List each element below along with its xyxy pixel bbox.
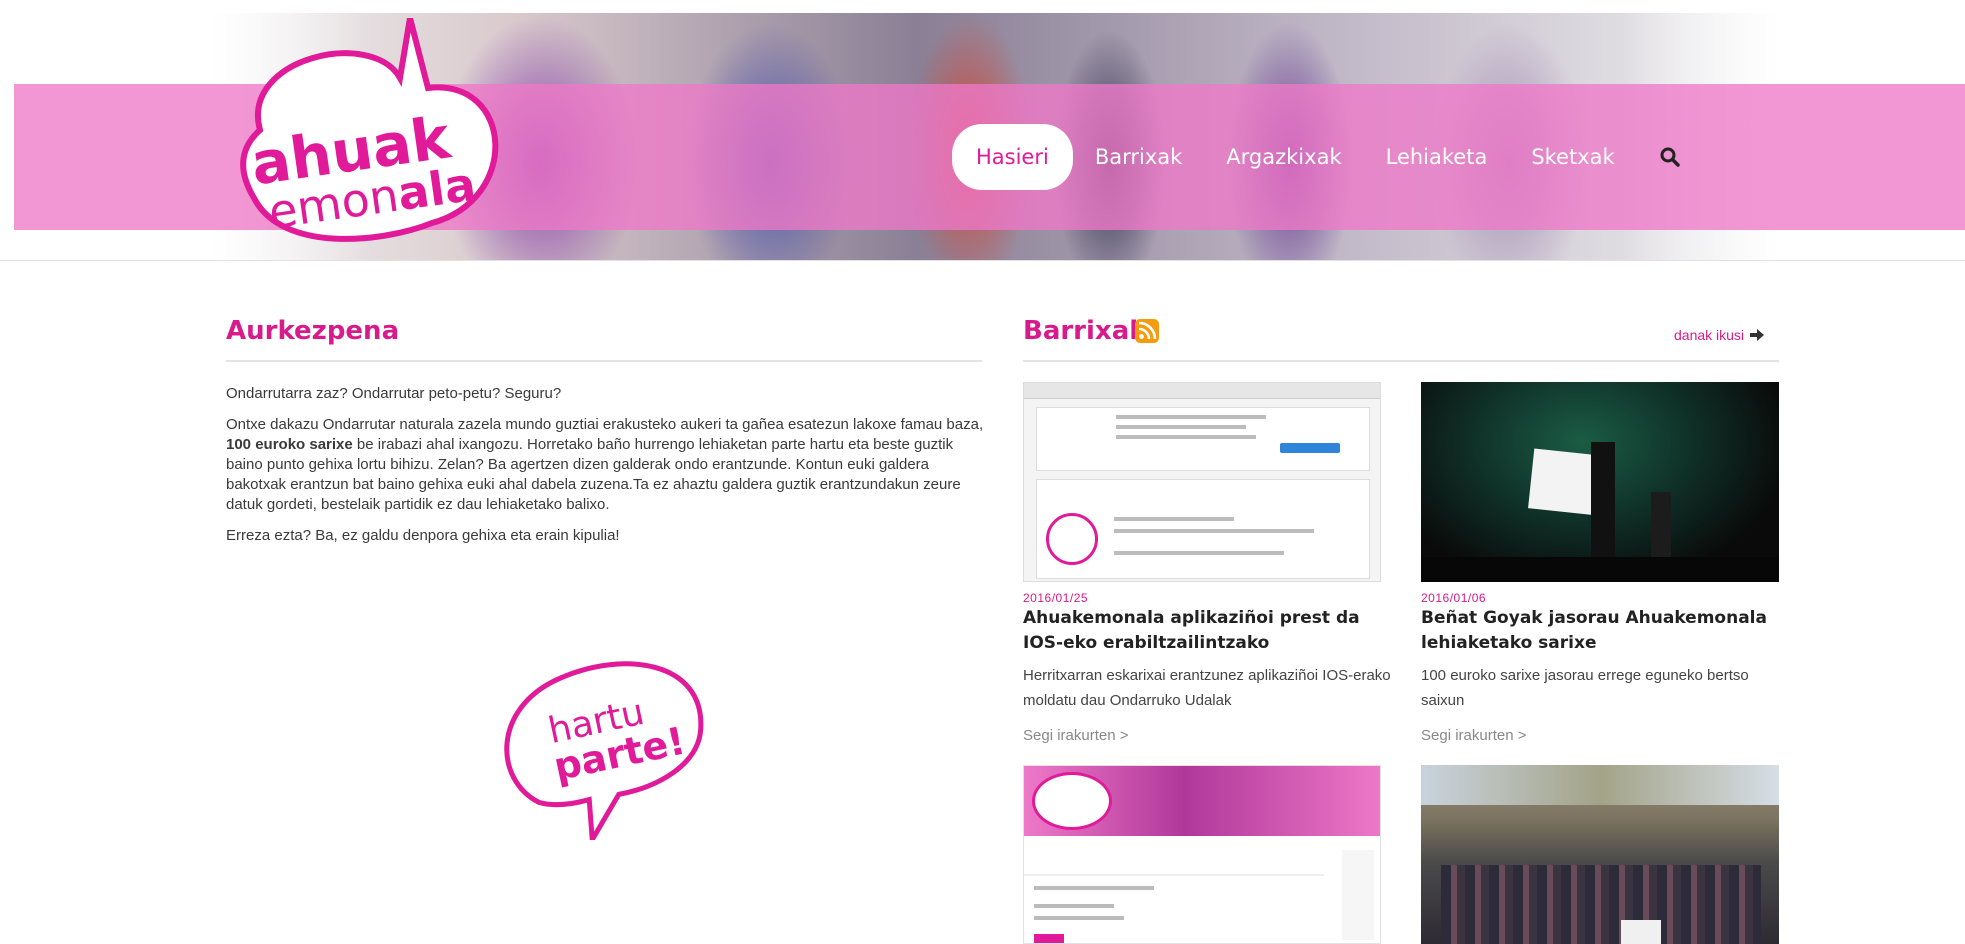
news-date: 2016/01/25	[1023, 591, 1089, 605]
photo-crowd	[1441, 865, 1761, 944]
news-image-group-photo[interactable]	[1421, 765, 1779, 944]
intro-paragraph-1: Ondarrutarra zaz? Ondarrutar peto-petu? …	[226, 385, 562, 402]
mock-line	[1116, 415, 1266, 419]
see-all-label: danak ikusi	[1674, 327, 1745, 343]
site-logo[interactable]: ahuak emonala	[222, 18, 512, 254]
mock-divider	[1024, 874, 1324, 876]
intro-paragraph-3: Erreza ezta? Ba, ez galdu denpora gehixa…	[226, 527, 620, 544]
news-summary: 100 euroko sarixe jasorau errege eguneko…	[1421, 667, 1749, 709]
mock-titlebar	[1024, 383, 1380, 399]
main-nav: Hasieri Barrixak Argazkixak Lehiaketa Sk…	[952, 124, 1703, 190]
mock-line	[1114, 551, 1284, 555]
news-title[interactable]: Ahuakemonala aplikaziñoi prest da IOS-ek…	[1023, 606, 1393, 656]
search-button[interactable]	[1637, 124, 1703, 190]
read-more-link[interactable]: Segi irakurten >	[1023, 727, 1128, 744]
mock-line	[1114, 529, 1314, 533]
nav-item-lehiaketa[interactable]: Lehiaketa	[1364, 124, 1510, 190]
mock-line	[1034, 916, 1124, 920]
arrow-right-icon	[1750, 329, 1765, 341]
mock-sidebar	[1342, 850, 1374, 940]
prize-highlight: 100 euroko sarixe	[226, 436, 353, 453]
search-icon	[1660, 147, 1680, 167]
news-summary: Herritxarran eskarixai erantzunez aplika…	[1023, 667, 1391, 709]
mock-button	[1034, 934, 1064, 943]
intro-text-span: Ontxe dakazu Ondarrutar naturala zazela …	[226, 416, 984, 433]
intro-text: Ondarrutarra zaz? Ondarrutar peto-petu? …	[226, 384, 986, 557]
photo-sky	[1421, 765, 1779, 805]
intro-paragraph-2: Ontxe dakazu Ondarrutar naturala zazela …	[226, 415, 986, 515]
news-image-ios-app[interactable]	[1023, 382, 1381, 582]
mock-button	[1280, 443, 1340, 453]
photo-banner	[1621, 920, 1661, 944]
mock-app-logo	[1046, 513, 1098, 565]
photo-stage	[1421, 557, 1779, 582]
news-image-website[interactable]	[1023, 765, 1381, 944]
rss-icon[interactable]	[1135, 319, 1159, 343]
mock-line	[1034, 886, 1154, 890]
news-title[interactable]: Beñat Goyak jasorau Ahuakemonala lehiake…	[1421, 606, 1791, 656]
mock-line	[1116, 435, 1256, 439]
hartu-parte-button[interactable]: hartu parte!	[490, 650, 720, 840]
section-divider	[1023, 360, 1779, 362]
read-more-link[interactable]: Segi irakurten >	[1421, 727, 1526, 744]
section-title-barrixak: Barrixak	[1023, 316, 1147, 346]
nav-item-barrixak[interactable]: Barrixak	[1073, 124, 1204, 190]
mock-logo	[1032, 772, 1112, 830]
see-all-link[interactable]: danak ikusi	[1674, 327, 1765, 343]
mock-line	[1116, 425, 1246, 429]
mock-line	[1034, 904, 1114, 908]
section-title-aurkezpena: Aurkezpena	[226, 316, 400, 346]
section-divider	[226, 360, 982, 362]
news-image-award[interactable]	[1421, 382, 1779, 582]
news-date: 2016/01/06	[1421, 591, 1487, 605]
photo-person	[1591, 442, 1615, 572]
nav-item-sketxak[interactable]: Sketxak	[1509, 124, 1636, 190]
mock-line	[1114, 517, 1234, 521]
nav-item-hasieri[interactable]: Hasieri	[952, 124, 1073, 190]
header-divider	[0, 260, 1965, 261]
nav-item-argazkixak[interactable]: Argazkixak	[1204, 124, 1363, 190]
